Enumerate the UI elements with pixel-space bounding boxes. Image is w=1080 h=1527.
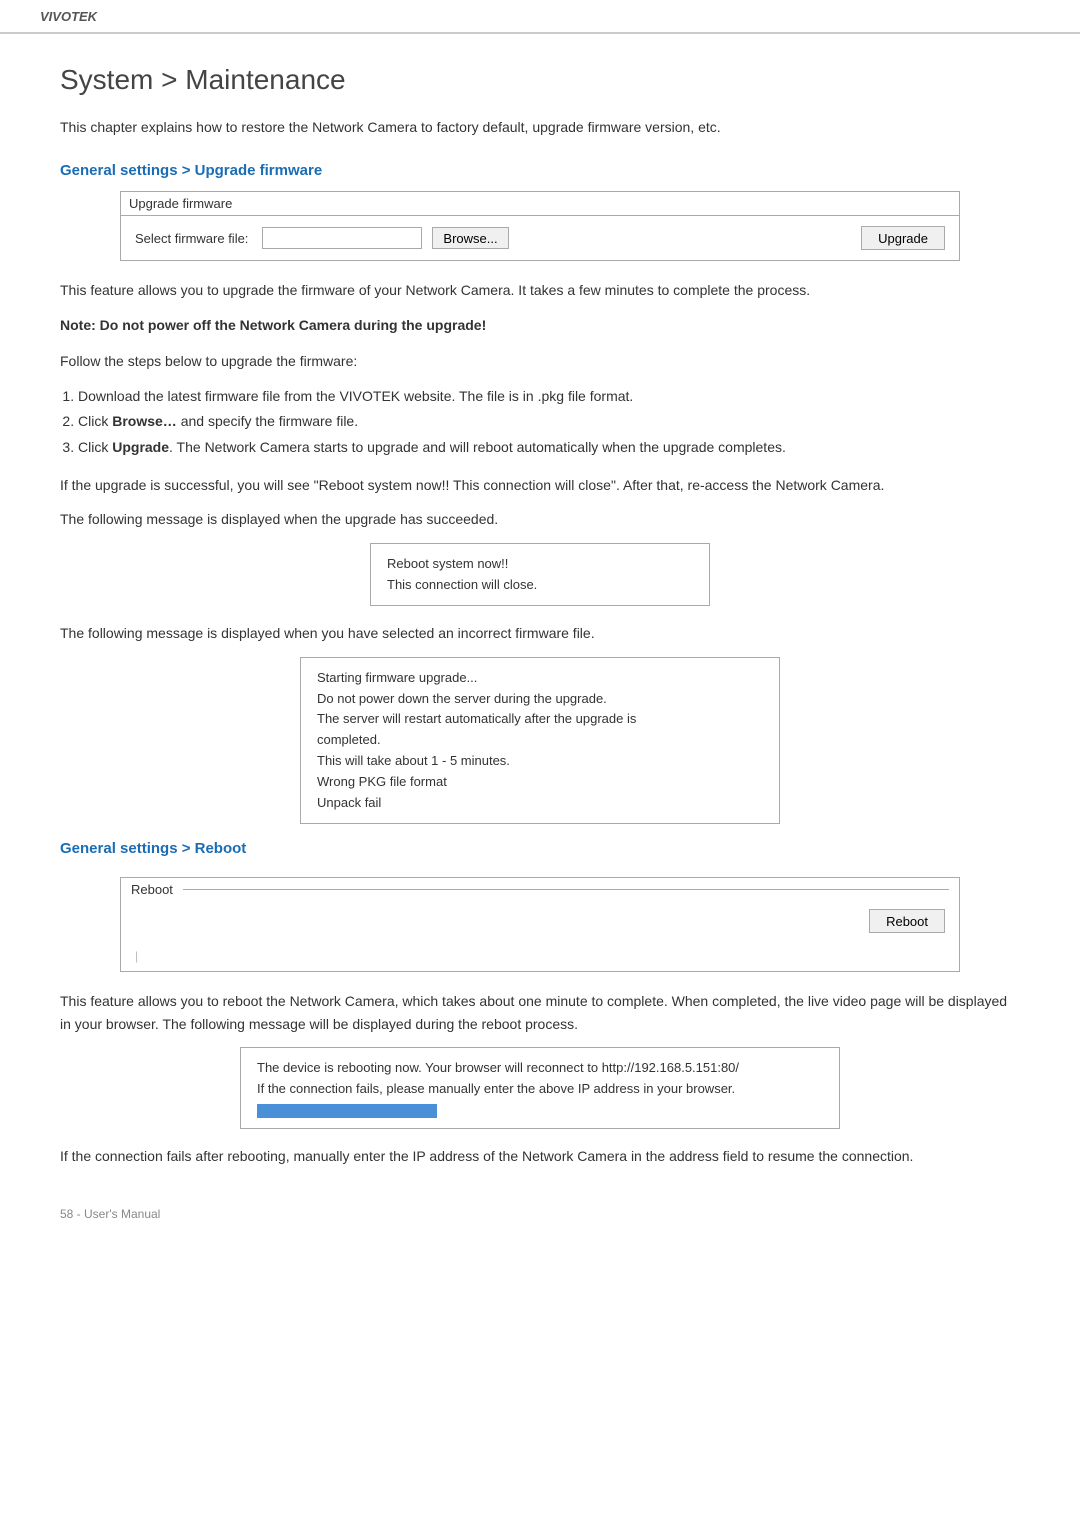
steps-list: Download the latest firmware file from t… xyxy=(60,385,1020,460)
page-title: System > Maintenance xyxy=(60,64,1020,96)
firmware-box: Upgrade firmware Select firmware file: B… xyxy=(120,191,960,261)
error-line-5: This will take about 1 - 5 minutes. xyxy=(317,751,763,772)
error-line-1: Starting firmware upgrade... xyxy=(317,668,763,689)
error-message-box: Starting firmware upgrade... Do not powe… xyxy=(300,657,780,825)
brand-label: VIVOTEK xyxy=(40,9,97,24)
step-1: Download the latest firmware file from t… xyxy=(78,385,1020,409)
error-line-7: Unpack fail xyxy=(317,793,763,814)
success-line2: This connection will close. xyxy=(387,575,693,596)
step-3: Click Upgrade. The Network Camera starts… xyxy=(78,436,1020,460)
reboot-button[interactable]: Reboot xyxy=(869,909,945,933)
reboot-small-mark: | xyxy=(135,949,138,963)
reboot-msg-line1: The device is rebooting now. Your browse… xyxy=(257,1058,823,1079)
error-line-2: Do not power down the server during the … xyxy=(317,689,763,710)
firmware-file-label: Select firmware file: xyxy=(135,231,248,246)
success-line1: Reboot system now!! xyxy=(387,554,693,575)
after-upgrade-text: If the upgrade is successful, you will s… xyxy=(60,474,1020,496)
section1-heading: General settings > Upgrade firmware xyxy=(60,162,1020,179)
intro-text: This chapter explains how to restore the… xyxy=(60,116,1020,138)
following-message2: The following message is displayed when … xyxy=(60,622,1020,644)
reboot-desc: This feature allows you to reboot the Ne… xyxy=(60,990,1020,1035)
reboot-box-header: Reboot xyxy=(121,878,959,901)
section2-heading: General settings > Reboot xyxy=(60,840,1020,857)
error-line-4: completed. xyxy=(317,730,763,751)
success-message-box: Reboot system now!! This connection will… xyxy=(370,543,710,607)
firmware-box-body: Select firmware file: Browse... Upgrade xyxy=(121,216,959,260)
firmware-box-title: Upgrade firmware xyxy=(121,192,959,216)
reboot-after-text: If the connection fails after rebooting,… xyxy=(60,1145,1020,1167)
browse-button[interactable]: Browse... xyxy=(432,227,508,249)
reboot-progress-bar xyxy=(257,1104,437,1118)
header-bar: VIVOTEK xyxy=(0,0,1080,34)
steps-intro: Follow the steps below to upgrade the fi… xyxy=(60,350,1020,372)
reboot-box-body: Reboot xyxy=(121,901,959,947)
page-content: System > Maintenance This chapter explai… xyxy=(0,34,1080,1281)
step-2: Click Browse… and specify the firmware f… xyxy=(78,410,1020,434)
reboot-header-line xyxy=(183,889,949,890)
reboot-msg-line2: If the connection fails, please manually… xyxy=(257,1079,823,1100)
reboot-box-title: Reboot xyxy=(131,882,173,897)
following-message1: The following message is displayed when … xyxy=(60,508,1020,530)
footer-text: 58 - User's Manual xyxy=(60,1197,1020,1221)
error-line-6: Wrong PKG file format xyxy=(317,772,763,793)
firmware-desc: This feature allows you to upgrade the f… xyxy=(60,279,1020,301)
error-line-3: The server will restart automatically af… xyxy=(317,709,763,730)
upgrade-button[interactable]: Upgrade xyxy=(861,226,945,250)
firmware-file-input[interactable] xyxy=(262,227,422,249)
reboot-info-box: The device is rebooting now. Your browse… xyxy=(240,1047,840,1129)
reboot-box: Reboot Reboot | xyxy=(120,877,960,972)
firmware-note: Note: Do not power off the Network Camer… xyxy=(60,314,1020,336)
